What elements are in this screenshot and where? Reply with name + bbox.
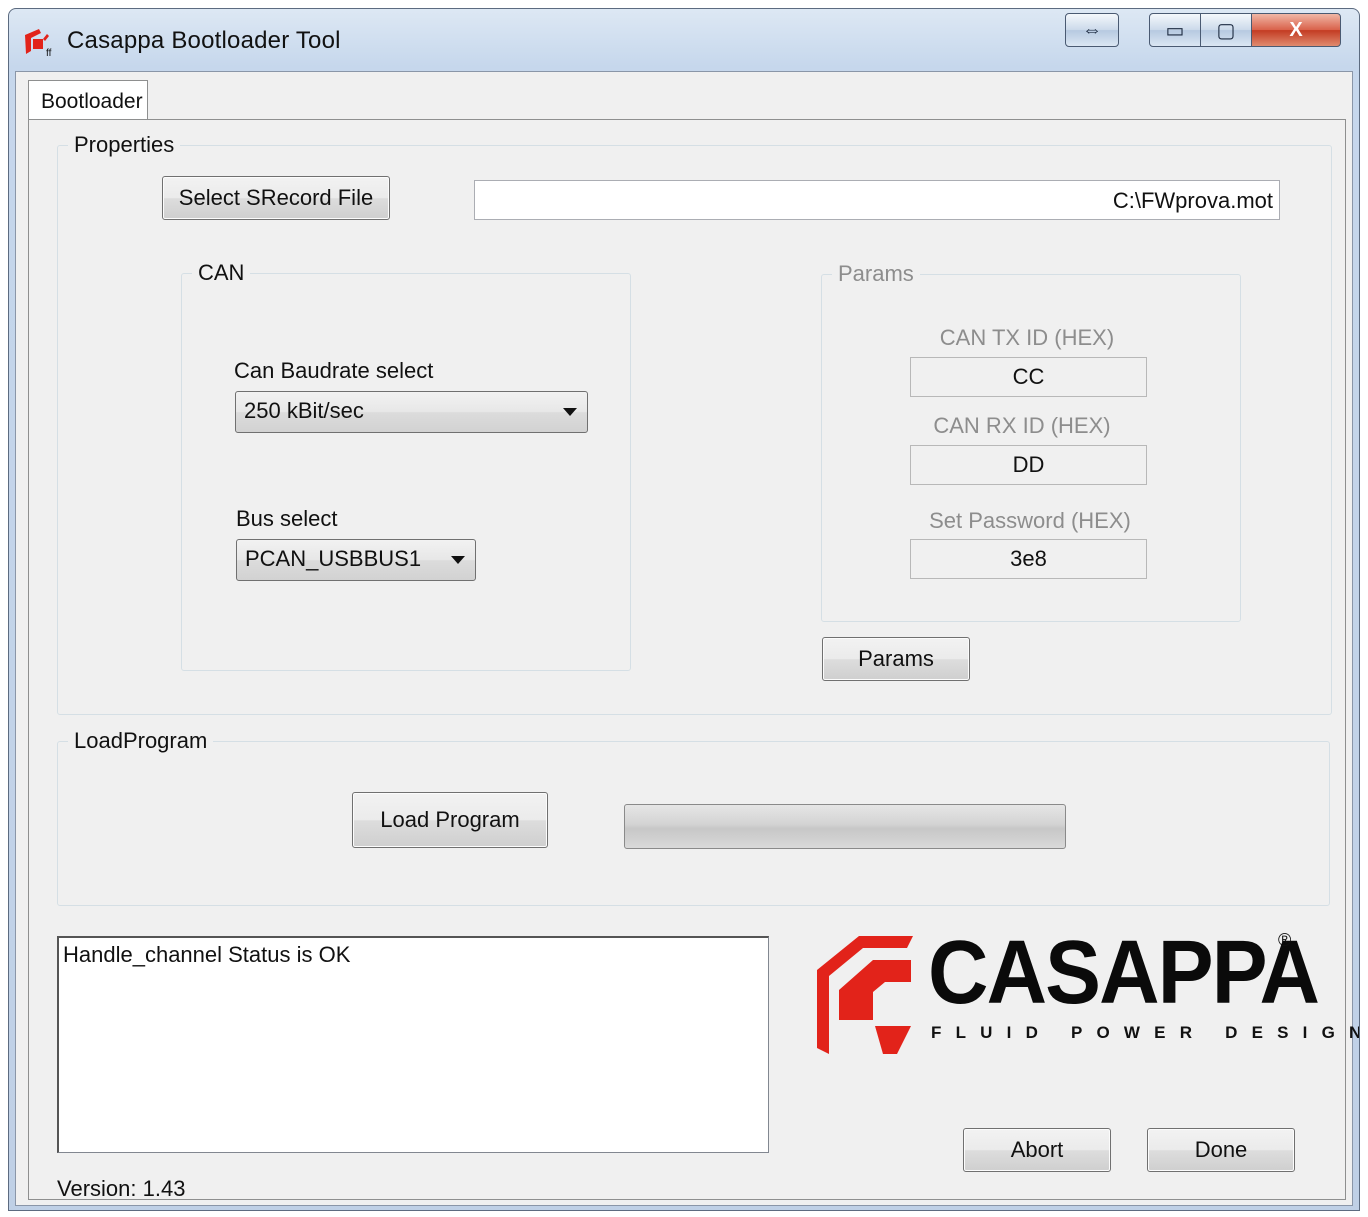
logo-tagline: FLUID POWER DESIGN <box>931 1023 1360 1042</box>
can-tx-id-field[interactable]: CC <box>910 357 1147 397</box>
bus-select[interactable]: PCAN_USBBUS1 <box>236 539 476 581</box>
params-button[interactable]: Params <box>822 637 970 681</box>
set-password-label: Set Password (HEX) <box>929 508 1131 533</box>
status-log[interactable]: Handle_channel Status is OK <box>57 936 769 1153</box>
can-tx-id-label: CAN TX ID (HEX) <box>939 325 1115 350</box>
can-group: CAN Can Baudrate select 250 kBit/sec Bus… <box>181 260 631 671</box>
can-rx-id-field[interactable]: DD <box>910 445 1147 485</box>
bootloader-tab-page: Properties Select SRecord File C:\FWprov… <box>28 119 1359 1201</box>
properties-group-label: Properties <box>68 132 181 158</box>
tab-bootloader[interactable]: Bootloader <box>28 80 148 120</box>
logo-wordmark: CASAPPA <box>928 923 1320 1023</box>
bus-select-label: Bus select <box>236 506 338 531</box>
baudrate-value: 250 kBit/sec <box>244 398 364 423</box>
window-title: Casappa Bootloader Tool <box>67 27 341 54</box>
status-log-text: Handle_channel Status is OK <box>63 942 351 967</box>
title-bar[interactable]: ff Casappa Bootloader Tool ⇔ ▭ ▢ X <box>9 9 1359 71</box>
casappa-app-icon: ff <box>25 29 52 57</box>
properties-group: Properties Select SRecord File C:\FWprov… <box>57 132 1332 715</box>
close-icon: X <box>1289 18 1303 41</box>
done-button[interactable]: Done <box>1147 1128 1295 1172</box>
casappa-logo-mark <box>817 936 913 1054</box>
file-path-input[interactable]: C:\FWprova.mot <box>474 180 1280 220</box>
set-password-field[interactable]: 3e8 <box>910 539 1147 579</box>
logo-registered-mark: ® <box>1278 930 1292 950</box>
main-window: ff Casappa Bootloader Tool ⇔ ▭ ▢ X Bootl… <box>8 8 1360 1211</box>
chevron-down-icon <box>563 408 577 416</box>
minimize-button[interactable]: ▭ <box>1149 13 1201 47</box>
chevron-down-icon <box>451 556 465 564</box>
close-button[interactable]: X <box>1251 13 1341 47</box>
move-arrows-icon: ⇔ <box>1082 18 1102 41</box>
abort-button[interactable]: Abort <box>963 1128 1111 1172</box>
params-group: Params CAN TX ID (HEX) CC CAN RX ID (HEX… <box>821 261 1241 622</box>
params-group-label: Params <box>832 261 920 287</box>
casappa-logo: CASAPPA ® FLUID POWER DESIGN <box>813 923 1359 1070</box>
maximize-icon: ▢ <box>1216 19 1236 42</box>
move-window-button[interactable]: ⇔ <box>1065 13 1119 47</box>
baudrate-label: Can Baudrate select <box>234 358 434 383</box>
maximize-button[interactable]: ▢ <box>1200 13 1252 47</box>
select-srecord-file-button[interactable]: Select SRecord File <box>162 176 390 220</box>
bus-value: PCAN_USBBUS1 <box>245 546 422 571</box>
can-rx-id-label: CAN RX ID (HEX) <box>933 413 1111 438</box>
baudrate-select[interactable]: 250 kBit/sec <box>235 391 588 433</box>
load-program-group-label: LoadProgram <box>68 728 214 754</box>
client-area: Bootloader Properties Select SRecord Fil… <box>15 71 1359 1206</box>
load-program-button[interactable]: Load Program <box>352 792 548 848</box>
minimize-icon: ▭ <box>1165 19 1185 42</box>
load-program-group: LoadProgram Load Program <box>57 728 1330 906</box>
svg-text:ff: ff <box>46 48 52 57</box>
version-label: Version: 1.43 <box>57 1176 186 1201</box>
can-group-label: CAN <box>192 260 251 286</box>
load-progress-bar <box>624 804 1066 849</box>
file-path-value: C:\FWprova.mot <box>1112 188 1273 213</box>
